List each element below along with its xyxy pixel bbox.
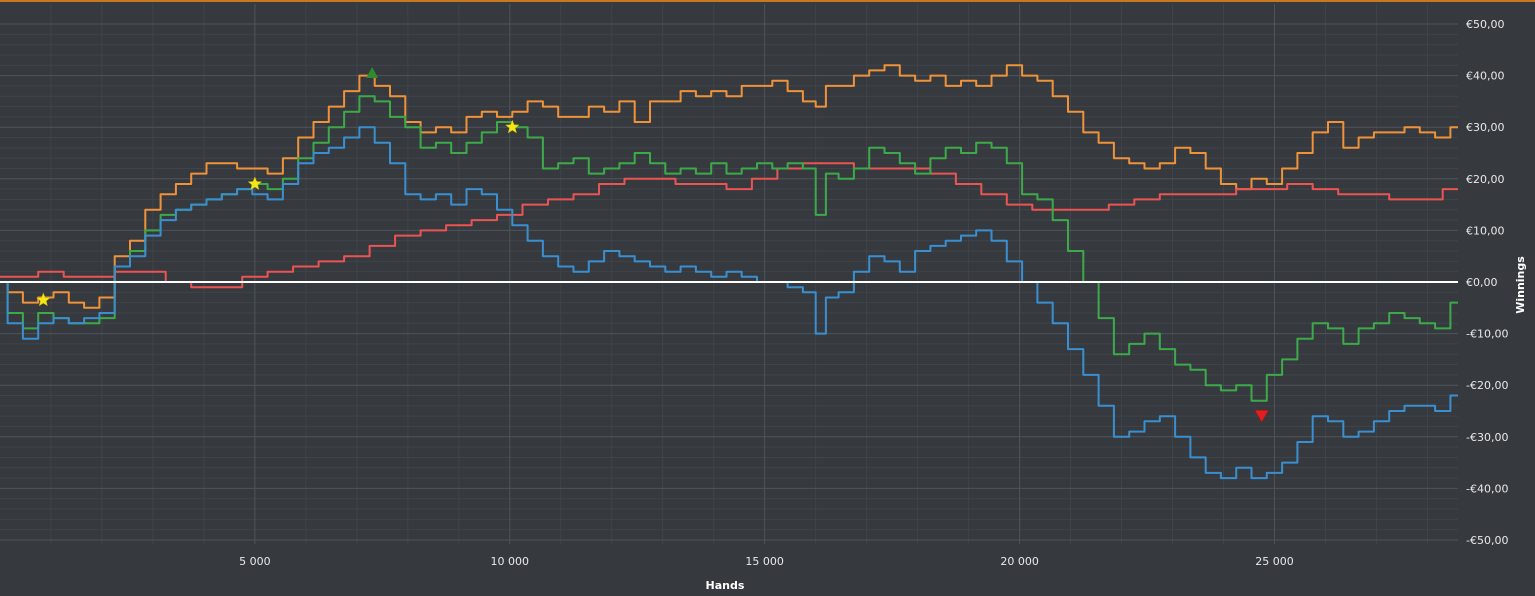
- y-tick-label: €40,00: [1466, 70, 1505, 83]
- x-axis-ticks: 5 000 10 000 15 000 20 000 25 000: [239, 555, 1294, 568]
- y-tick-label: €0,00: [1466, 276, 1498, 289]
- y-tick-label: €30,00: [1466, 121, 1505, 134]
- y-tick-label: €50,00: [1466, 18, 1505, 31]
- x-tick-label: 20 000: [1000, 555, 1039, 568]
- y-tick-label: -€10,00: [1466, 328, 1508, 341]
- y-tick-label: -€30,00: [1466, 431, 1508, 444]
- x-tick-label: 5 000: [239, 555, 271, 568]
- winnings-chart: 5 000 10 000 15 000 20 000 25 000 €50,00 €40,…: [0, 4, 1527, 592]
- x-tick-label: 10 000: [491, 555, 530, 568]
- y-tick-label: -€40,00: [1466, 482, 1508, 495]
- y-axis-ticks: €50,00 €40,00 €30,00 €20,00 €10,00 €0,00 -€10,…: [1466, 18, 1508, 547]
- y-tick-label: -€20,00: [1466, 379, 1508, 392]
- x-axis-title: Hands: [706, 579, 745, 592]
- y-tick-label: €10,00: [1466, 224, 1505, 237]
- y-tick-label: -€50,00: [1466, 534, 1508, 547]
- y-tick-label: €20,00: [1466, 173, 1505, 186]
- x-tick-label: 15 000: [745, 555, 784, 568]
- x-tick-label: 25 000: [1255, 555, 1294, 568]
- chart-frame: 5 000 10 000 15 000 20 000 25 000 €50,00 €40,…: [0, 0, 1535, 594]
- y-axis-title: Winnings: [1514, 256, 1527, 314]
